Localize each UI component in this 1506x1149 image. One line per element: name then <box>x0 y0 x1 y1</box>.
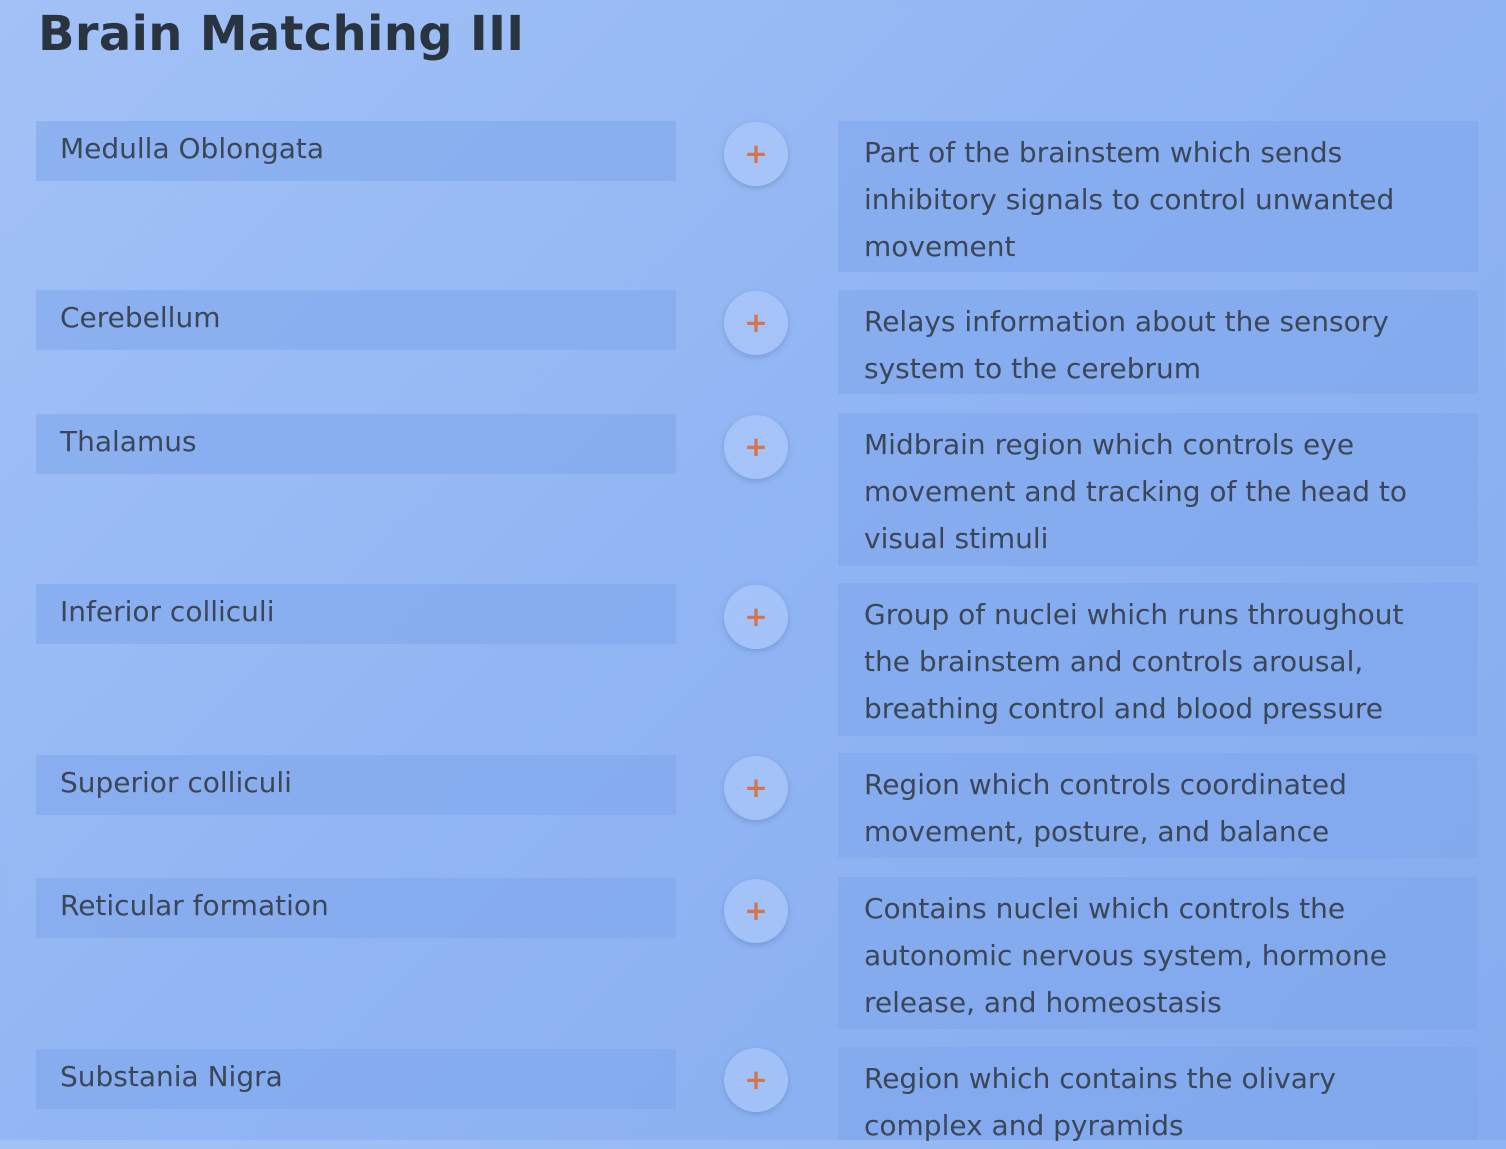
add-match-button[interactable]: + <box>724 585 788 649</box>
add-match-button[interactable]: + <box>724 122 788 186</box>
plus-icon: + <box>744 430 768 463</box>
plus-icon: + <box>744 600 768 633</box>
plus-icon: + <box>744 306 768 339</box>
definition-item[interactable]: Contains nuclei which controls the auton… <box>838 877 1478 1029</box>
add-match-button[interactable]: + <box>724 1048 788 1112</box>
plus-icon: + <box>744 137 768 170</box>
term-item-superior-colliculi[interactable]: Superior colliculi <box>36 755 676 815</box>
definition-item[interactable]: Group of nuclei which runs throughout th… <box>838 583 1478 736</box>
term-item-cerebellum[interactable]: Cerebellum <box>36 290 676 350</box>
plus-icon: + <box>744 771 768 804</box>
definition-item[interactable]: Region which controls coordinated moveme… <box>838 753 1478 858</box>
term-item-medulla-oblongata[interactable]: Medulla Oblongata <box>36 121 676 181</box>
add-match-button[interactable]: + <box>724 291 788 355</box>
definition-item[interactable]: Midbrain region which controls eye movem… <box>838 413 1478 566</box>
definition-item[interactable]: Region which contains the olivary comple… <box>838 1047 1478 1142</box>
page-title: Brain Matching III <box>38 6 525 62</box>
term-item-substania-nigra[interactable]: Substania Nigra <box>36 1049 676 1109</box>
add-match-button[interactable]: + <box>724 879 788 943</box>
definition-item[interactable]: Relays information about the sensory sys… <box>838 290 1478 394</box>
plus-icon: + <box>744 1063 768 1096</box>
term-item-thalamus[interactable]: Thalamus <box>36 414 676 474</box>
term-item-inferior-colliculi[interactable]: Inferior colliculi <box>36 584 676 644</box>
add-match-button[interactable]: + <box>724 756 788 820</box>
plus-icon: + <box>744 894 768 927</box>
add-match-button[interactable]: + <box>724 415 788 479</box>
definition-item[interactable]: Part of the brainstem which sends inhibi… <box>838 121 1478 272</box>
term-item-reticular-formation[interactable]: Reticular formation <box>36 878 676 938</box>
